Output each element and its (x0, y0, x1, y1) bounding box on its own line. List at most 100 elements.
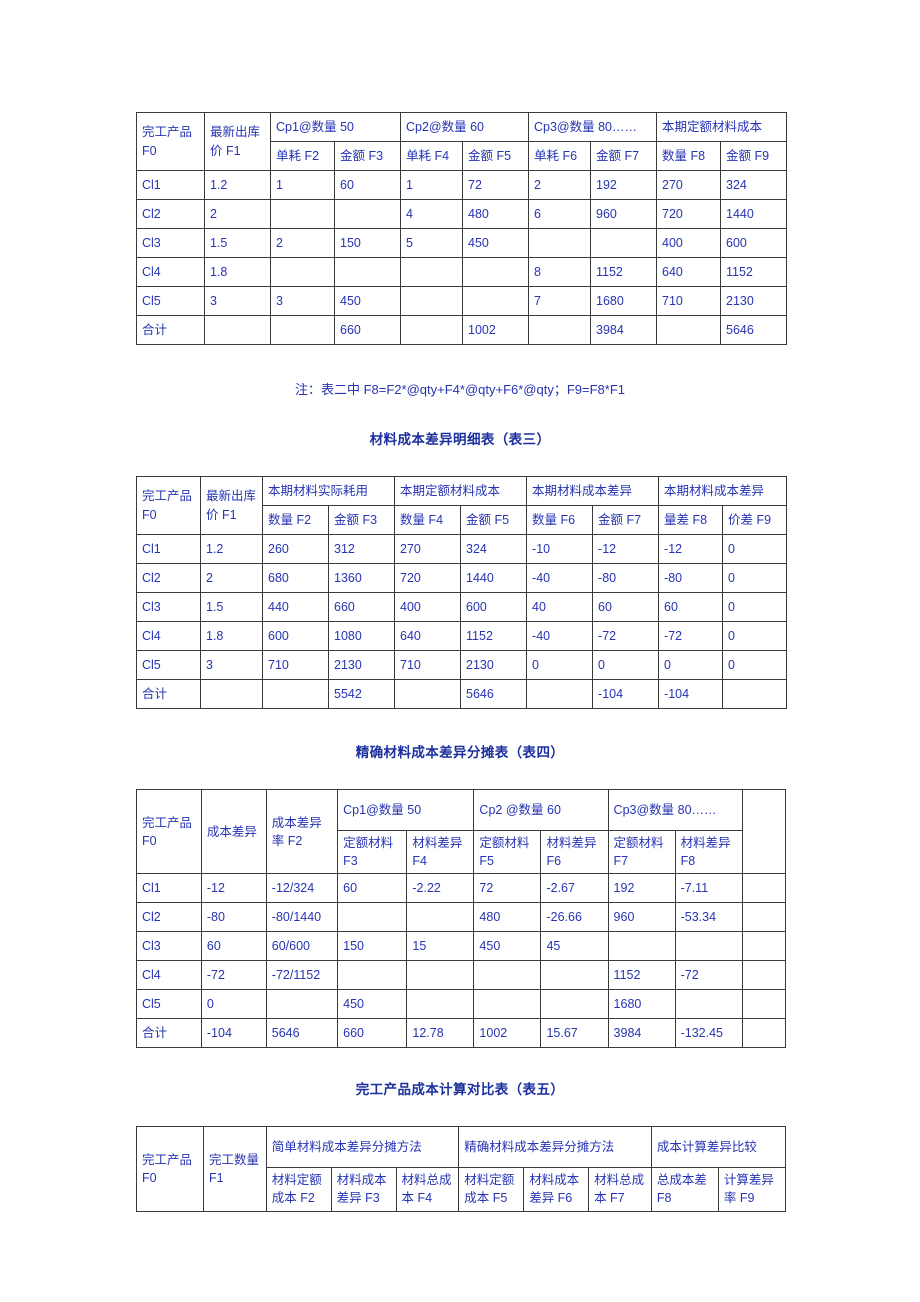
cell: -12 (592, 534, 660, 564)
cell (334, 199, 401, 229)
header-product: 完工产品 F0 (136, 476, 201, 535)
cell (262, 679, 329, 709)
cell: -72 (592, 621, 660, 651)
subheader-cell: 总成本差 F8 (650, 1167, 719, 1212)
cell (590, 228, 657, 258)
cell: 0 (722, 592, 788, 622)
subheader-cell: 金额 F7 (592, 505, 660, 535)
cell (406, 989, 475, 1020)
subheader-cell: 计算差异率 F9 (717, 1167, 787, 1212)
cell: 4 (400, 199, 463, 229)
cell: Cl1 (136, 534, 201, 564)
cell: Cl2 (136, 199, 205, 229)
cell: 15.67 (540, 1018, 609, 1049)
cell (337, 960, 408, 991)
cell: 60 (592, 592, 660, 622)
table-row: Cl1 1.2 260 312 270 324 -10 -12 -12 0 (136, 534, 788, 564)
cell: 72 (462, 170, 529, 200)
cell (270, 199, 335, 229)
cell: -104 (592, 679, 660, 709)
cell: 40 (526, 592, 594, 622)
table-row: Cl5 0 450 1680 (136, 989, 787, 1020)
table-row: Cl3 60 60/600 150 15 450 45 (136, 931, 787, 962)
header-group-cp3: Cp3@数量 80…… (528, 112, 657, 142)
cell: Cl4 (136, 257, 205, 287)
cell: 400 (394, 592, 462, 622)
cell: 480 (473, 902, 542, 933)
subheader-cell: 数量 F2 (262, 505, 329, 535)
cell (540, 989, 609, 1020)
cell: 710 (262, 650, 329, 680)
cell (406, 902, 475, 933)
cell: 312 (327, 534, 396, 564)
table-three: 完工产品 F0 最新出库价 F1 本期材料实际耗用 本期定额材料成本 本期材料成… (136, 476, 788, 709)
cell: Cl2 (136, 563, 201, 593)
cell: -12 (658, 534, 724, 564)
table-four-header-row-1: 完工产品 F0 成本差异 成本差异率 F2 Cp1@数量 50 Cp2 @数量 … (136, 788, 787, 875)
cell (270, 257, 335, 287)
cell: 660 (337, 1018, 408, 1049)
cell: 150 (337, 931, 408, 962)
subheader-cell: 材料差异 F8 (674, 829, 743, 875)
cell: 72 (473, 873, 542, 904)
subheader-cell: 材料成本差异 F3 (330, 1167, 397, 1212)
cell: 5646 (265, 1018, 339, 1049)
table-five: 完工产品 F0 完工数量 F1 简单材料成本差异分摊方法 精确材料成本差异分摊方… (135, 1126, 787, 1212)
cell: 680 (262, 563, 329, 593)
table-total-row: 合计 660 1002 3984 5646 (136, 315, 788, 345)
cell (462, 257, 529, 287)
subheader-cell: 材料差异 F4 (406, 829, 475, 875)
cell: 450 (334, 286, 401, 316)
cell (526, 679, 594, 709)
cell: 1680 (607, 989, 676, 1020)
cell: 0 (200, 989, 267, 1020)
cell: -40 (526, 621, 594, 651)
cell: 1152 (460, 621, 528, 651)
cell: 450 (462, 228, 529, 258)
cell: 60/600 (265, 931, 339, 962)
header-group-precise-method: 精确材料成本差异分摊方法 (458, 1126, 652, 1169)
table-five-title: 完工产品成本计算对比表（表五） (355, 1082, 565, 1098)
cell: 1.8 (200, 621, 263, 651)
cell: 5 (400, 228, 463, 258)
cell (607, 931, 676, 962)
subheader-cell: 金额 F5 (462, 141, 529, 171)
document-page: 完工产品 F0 最新出库价 F1 Cp1@数量 50 Cp2@数量 60 Cp3… (0, 0, 920, 1302)
table-row: Cl4 -72 -72/1152 1152 -72 (136, 960, 787, 991)
header-product: 完工产品 F0 (135, 1126, 205, 1212)
cell (270, 315, 335, 345)
header-group-cp2: Cp2@数量 60 (400, 112, 529, 142)
subheader-cell: 数量 F4 (394, 505, 462, 535)
subheader-cell: 材料定额成本 F2 (265, 1167, 332, 1212)
cell: 60 (334, 170, 401, 200)
cell (400, 257, 463, 287)
cell: 2130 (327, 650, 396, 680)
cell: 1152 (590, 257, 657, 287)
cell: 324 (719, 170, 788, 200)
cell: -80 (658, 563, 724, 593)
table-two-header-row-1: 完工产品 F0 最新出库价 F1 Cp1@数量 50 Cp2@数量 60 Cp3… (136, 112, 788, 171)
cell: 1080 (327, 621, 396, 651)
subheader-cell: 金额 F3 (334, 141, 401, 171)
cell (722, 679, 788, 709)
cell (741, 873, 787, 904)
cell: 400 (656, 228, 721, 258)
cell: 60 (200, 931, 267, 962)
cell: 440 (262, 592, 329, 622)
subheader-cell: 金额 F5 (460, 505, 528, 535)
header-latest-price: 最新出库价 F1 (204, 112, 271, 171)
cell: 1.5 (200, 592, 263, 622)
cell: 192 (607, 873, 676, 904)
cell: 270 (656, 170, 721, 200)
header-group-cp1: Cp1@数量 50 (270, 112, 401, 142)
cell: 1002 (462, 315, 529, 345)
cell: 1152 (719, 257, 788, 287)
cell: Cl5 (136, 286, 205, 316)
subheader-cell: 材料差异 F6 (540, 829, 609, 875)
cell: -104 (200, 1018, 267, 1049)
table-row: Cl4 1.8 8 1152 640 1152 (136, 257, 788, 287)
table-row: Cl2 2 680 1360 720 1440 -40 -80 -80 0 (136, 563, 788, 593)
